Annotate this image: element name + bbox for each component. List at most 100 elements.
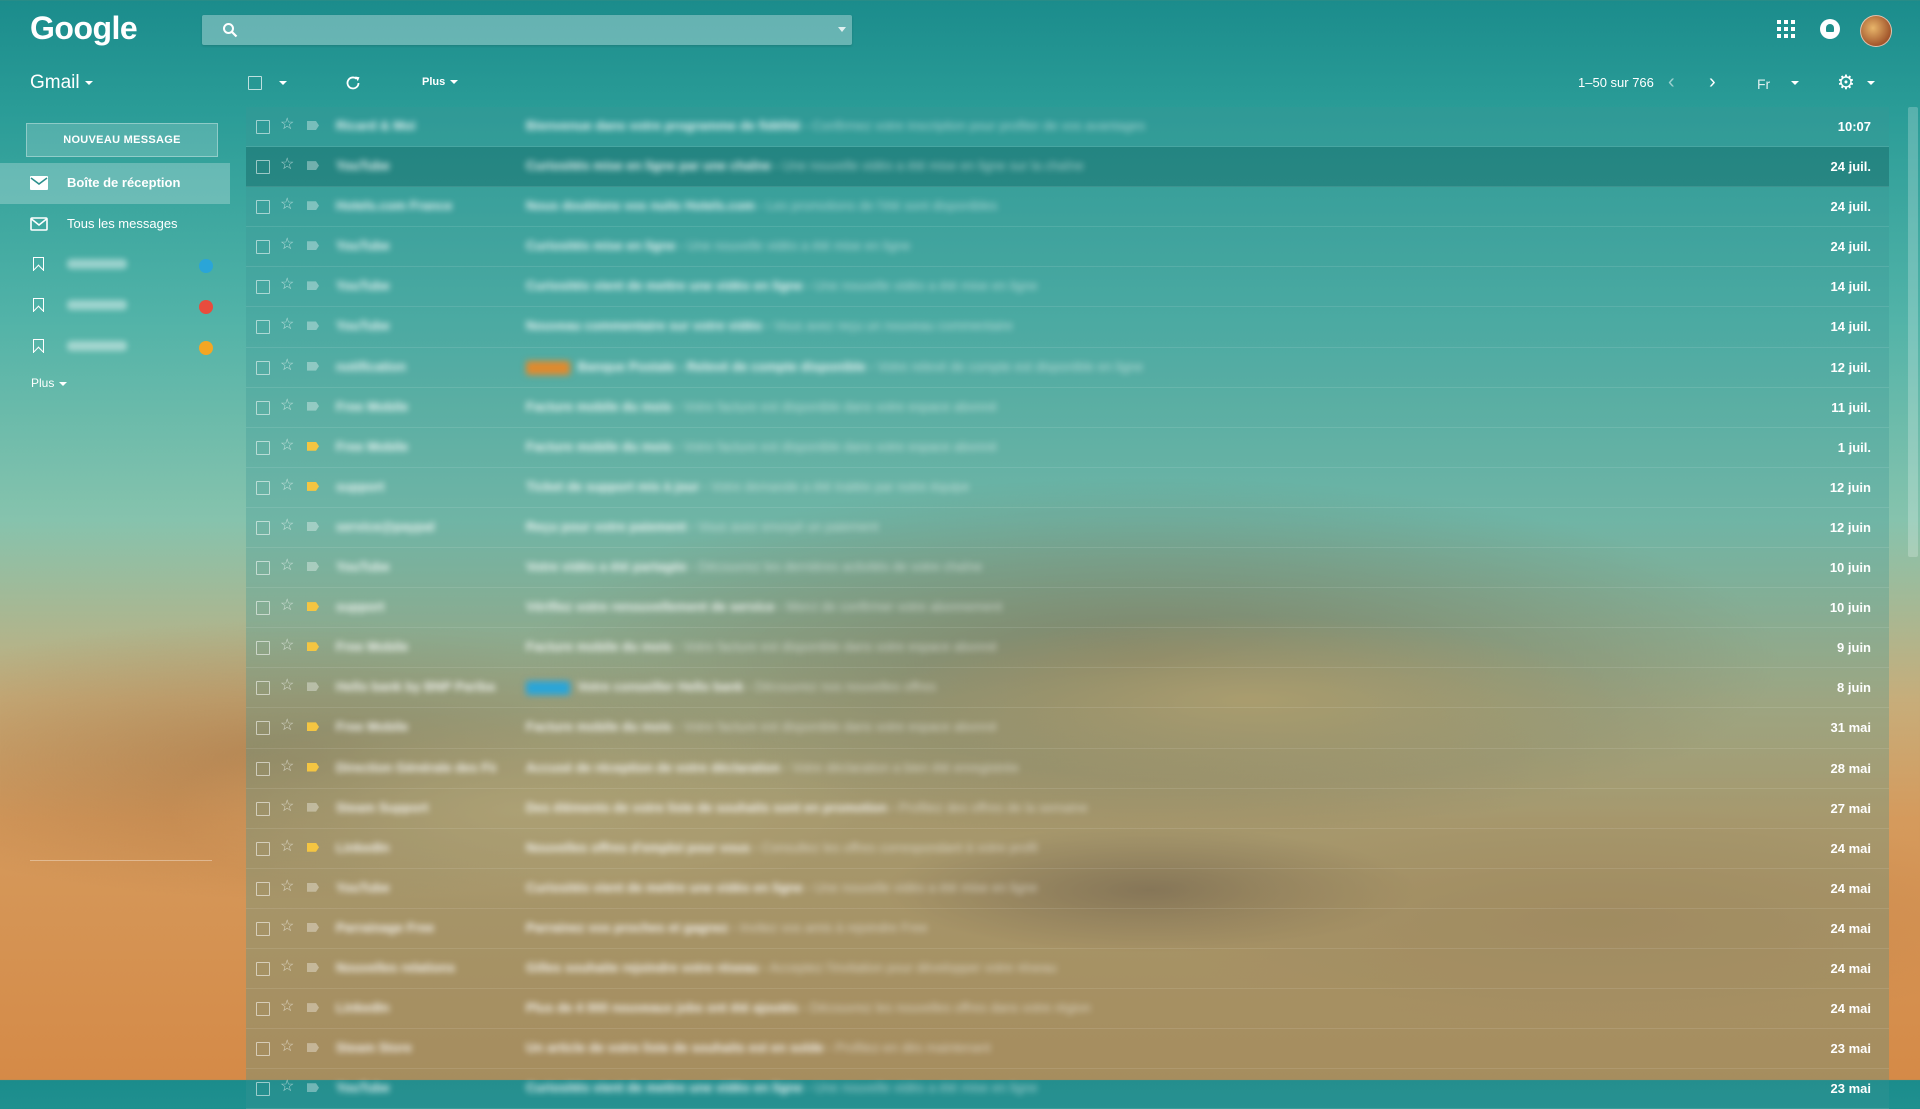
star-icon[interactable]: ☆ (280, 1078, 294, 1096)
star-icon[interactable]: ☆ (280, 998, 294, 1016)
star-icon[interactable]: ☆ (280, 477, 294, 495)
importance-marker-icon[interactable] (307, 201, 319, 211)
email-row[interactable]: ☆ support Vérifiez votre renouvellement de… (246, 588, 1889, 629)
search-icon[interactable] (222, 22, 238, 38)
email-row[interactable]: ☆ Steam Store Un article de votre liste de… (246, 1029, 1889, 1070)
star-icon[interactable]: ☆ (280, 958, 294, 976)
email-row[interactable]: ☆ Ricard & Moi Bienvenue dans votre progra… (246, 107, 1889, 148)
star-icon[interactable]: ☆ (280, 878, 294, 896)
search-options-chevron-icon[interactable] (838, 27, 846, 32)
star-icon[interactable]: ☆ (280, 437, 294, 455)
sidebar-item-label-orange[interactable] (0, 327, 230, 368)
email-row[interactable]: ☆ YouTube Curiosités mise en ligne par une… (246, 147, 1889, 188)
email-checkbox[interactable] (256, 360, 270, 375)
email-checkbox[interactable] (256, 961, 270, 976)
sidebar-more-button[interactable]: Plus (31, 376, 68, 390)
email-row[interactable]: ☆ YouTube Curiosités vient de mettre une v… (246, 267, 1889, 308)
email-checkbox[interactable] (256, 841, 270, 856)
email-row[interactable]: ☆ Free Mobile Facture mobile du mois - Vot… (246, 708, 1889, 749)
sidebar-item-label-red[interactable] (0, 286, 230, 327)
importance-marker-icon[interactable] (307, 1003, 319, 1013)
email-row[interactable]: ☆ YouTube Curiosités vient de mettre une v… (246, 868, 1889, 909)
email-row[interactable]: ☆ Steam Support Des éléments de votre list… (246, 788, 1889, 829)
star-icon[interactable]: ☆ (280, 798, 294, 816)
star-icon[interactable]: ☆ (280, 758, 294, 776)
importance-marker-icon[interactable] (307, 922, 319, 932)
importance-marker-icon[interactable] (307, 401, 319, 411)
importance-marker-icon[interactable] (307, 241, 319, 251)
gmail-app-switcher[interactable]: Gmail (30, 72, 93, 94)
email-checkbox[interactable] (256, 440, 270, 455)
importance-marker-icon[interactable] (307, 562, 319, 572)
email-row[interactable]: ☆ Parrainage Free Parrainez vos proches et… (246, 908, 1889, 949)
email-row[interactable]: ☆ service@paypal Reçu pour votre paiement … (246, 507, 1889, 549)
email-checkbox[interactable] (256, 200, 270, 215)
star-icon[interactable]: ☆ (280, 637, 294, 655)
select-options-chevron-icon[interactable] (279, 81, 287, 85)
search-bar[interactable] (202, 15, 852, 45)
email-checkbox[interactable] (256, 520, 270, 535)
star-icon[interactable]: ☆ (280, 196, 294, 214)
email-row[interactable]: ☆ YouTube Nouveau commentaire sur votre vi… (246, 307, 1889, 348)
star-icon[interactable]: ☆ (280, 717, 294, 735)
star-icon[interactable]: ☆ (280, 116, 294, 134)
star-icon[interactable]: ☆ (280, 397, 294, 415)
importance-marker-icon[interactable] (307, 321, 319, 331)
email-row[interactable]: ☆ LinkedIn Plus de 4 000 nouveaux jobs ont… (246, 989, 1889, 1030)
importance-marker-icon[interactable] (307, 1043, 319, 1053)
star-icon[interactable]: ☆ (280, 838, 294, 856)
email-label-chip[interactable] (526, 360, 570, 375)
importance-marker-icon[interactable] (307, 962, 319, 972)
importance-marker-icon[interactable] (307, 602, 319, 612)
importance-marker-icon[interactable] (307, 882, 319, 892)
email-checkbox[interactable] (256, 1082, 270, 1097)
email-row[interactable]: ☆ LinkedIn Nouvelles offres d'emploi pour … (246, 828, 1889, 869)
sidebar-item-label-blue[interactable] (0, 245, 230, 286)
email-checkbox[interactable] (256, 1042, 270, 1057)
input-language-selector[interactable]: Fr (1757, 76, 1770, 92)
email-checkbox[interactable] (256, 160, 270, 175)
email-row[interactable]: ☆ Nouvelles relations Gilles souhaite rejo… (246, 948, 1889, 990)
compose-button[interactable]: NOUVEAU MESSAGE (26, 123, 218, 157)
email-checkbox[interactable] (256, 681, 270, 696)
importance-marker-icon[interactable] (307, 762, 319, 772)
email-label-chip[interactable] (526, 681, 570, 696)
email-row[interactable]: ☆ Hotels.com France Nous doublons vos nuit… (246, 187, 1889, 228)
importance-marker-icon[interactable] (307, 1083, 319, 1093)
notifications-bell-icon[interactable] (1820, 19, 1840, 39)
email-checkbox[interactable] (256, 641, 270, 656)
importance-marker-icon[interactable] (307, 121, 319, 130)
importance-marker-icon[interactable] (307, 802, 319, 812)
star-icon[interactable]: ☆ (280, 597, 294, 615)
sidebar-item-inbox[interactable]: Boîte de réception (0, 163, 230, 204)
email-checkbox[interactable] (256, 801, 270, 816)
star-icon[interactable]: ☆ (280, 236, 294, 254)
email-checkbox[interactable] (256, 400, 270, 415)
email-row[interactable]: ☆ Direction Générale des Finances Accusé d… (246, 748, 1889, 789)
star-icon[interactable]: ☆ (280, 276, 294, 294)
importance-marker-icon[interactable] (307, 682, 319, 692)
star-icon[interactable]: ☆ (280, 918, 294, 936)
importance-marker-icon[interactable] (307, 842, 319, 852)
list-scrollbar[interactable] (1908, 107, 1918, 557)
search-input[interactable] (246, 19, 820, 43)
star-icon[interactable]: ☆ (280, 156, 294, 174)
importance-marker-icon[interactable] (307, 161, 319, 171)
email-checkbox[interactable] (256, 881, 270, 896)
email-checkbox[interactable] (256, 761, 270, 776)
star-icon[interactable]: ☆ (280, 357, 294, 375)
more-actions-menu[interactable]: Plus (422, 76, 459, 88)
next-page-chevron-icon[interactable]: › (1709, 72, 1716, 92)
email-checkbox[interactable] (256, 1002, 270, 1017)
email-row[interactable]: ☆ support Ticket de support mis à jour - V… (246, 467, 1889, 508)
importance-marker-icon[interactable] (307, 441, 319, 451)
email-checkbox[interactable] (256, 320, 270, 335)
google-logo[interactable]: Google (30, 10, 138, 47)
star-icon[interactable]: ☆ (280, 517, 294, 535)
star-icon[interactable]: ☆ (280, 677, 294, 695)
importance-marker-icon[interactable] (307, 281, 319, 291)
label-color-dot[interactable] (199, 341, 213, 355)
previous-page-chevron-icon[interactable]: ‹ (1668, 72, 1675, 92)
email-checkbox[interactable] (256, 601, 270, 616)
refresh-icon[interactable] (345, 75, 361, 91)
